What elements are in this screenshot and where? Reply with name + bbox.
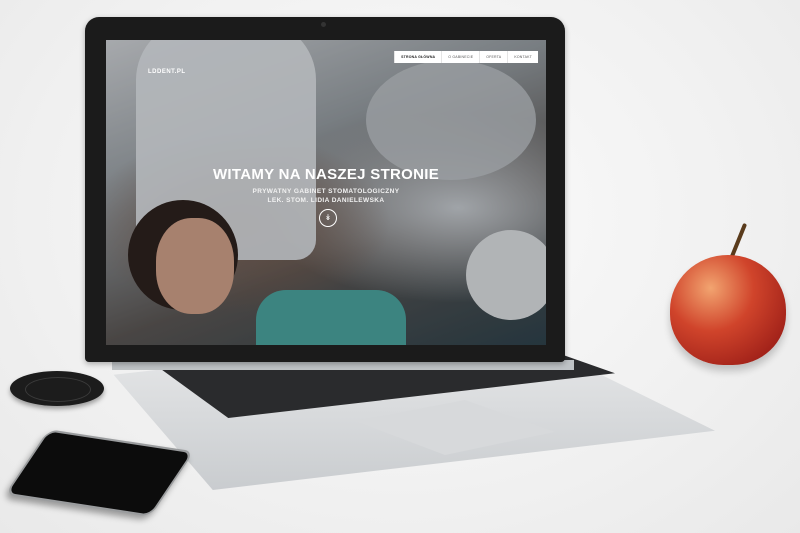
product-mockup-scene: LDDENT.PL STRONA GŁÓWNA O GABINECIE OFER… <box>0 0 800 533</box>
nav-item-about[interactable]: O GABINECIE <box>441 51 480 63</box>
webcam-icon <box>321 22 326 27</box>
smartphone <box>4 429 195 517</box>
laptop-screen-website: LDDENT.PL STRONA GŁÓWNA O GABINECIE OFER… <box>106 40 546 345</box>
lens-cap <box>10 371 104 406</box>
site-logo[interactable]: LDDENT.PL <box>148 69 186 75</box>
hero-subtitle-line-1: PRYWATNY GABINET STOMATOLOGICZNY <box>252 188 400 195</box>
nav-item-offer[interactable]: OFERTA <box>479 51 508 63</box>
hero-subtitle: PRYWATNY GABINET STOMATOLOGICZNY LEK. ST… <box>106 187 546 205</box>
hero-subtitle-line-2: LEK. STOM. LIDIA DANIELEWSKA <box>267 197 385 204</box>
nav-item-contact[interactable]: KONTAKT <box>507 51 538 63</box>
apple <box>670 255 786 365</box>
chevron-double-down-icon[interactable]: ↡ <box>319 209 337 227</box>
hero-title: WITAMY NA NASZEJ STRONIE <box>212 166 440 183</box>
main-navigation: STRONA GŁÓWNA O GABINECIE OFERTA KONTAKT <box>394 51 538 63</box>
nav-item-home[interactable]: STRONA GŁÓWNA <box>394 51 442 63</box>
